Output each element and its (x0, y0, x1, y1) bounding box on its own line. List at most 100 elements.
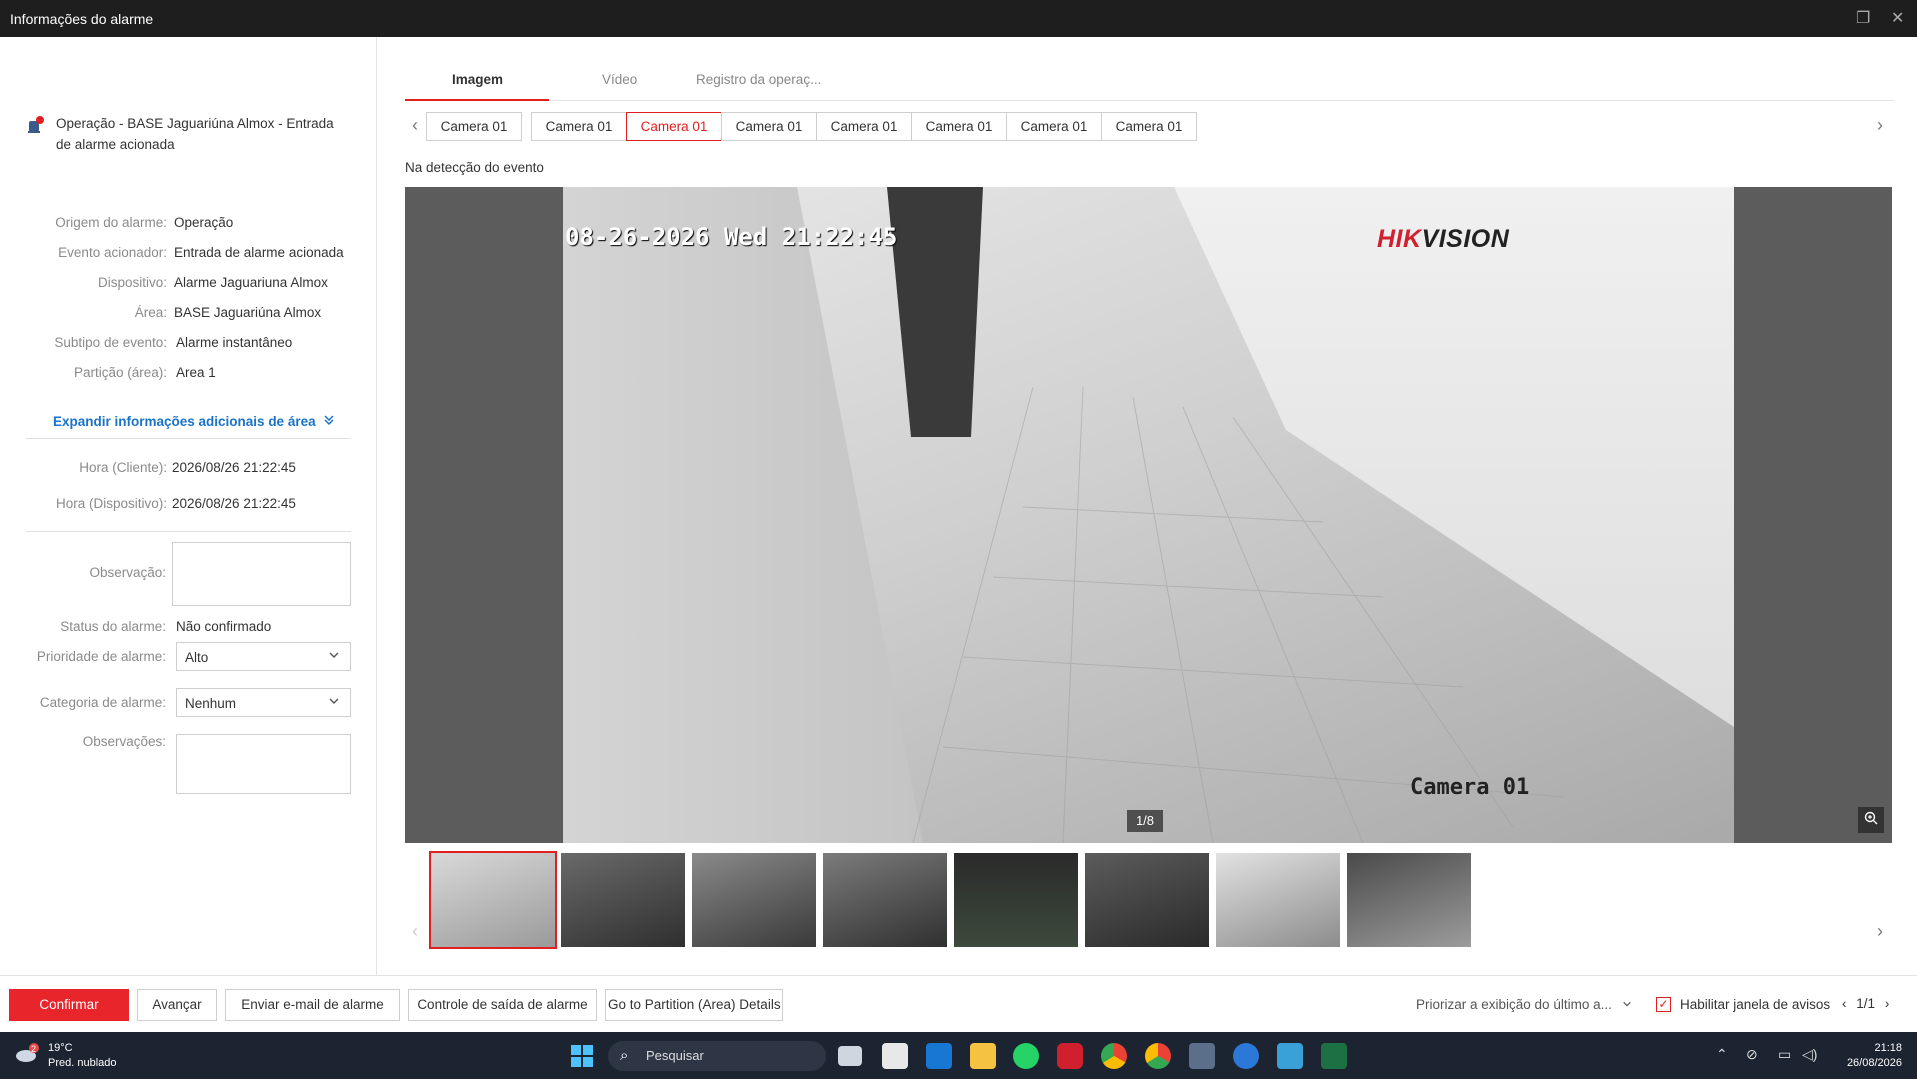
pager-next-icon[interactable]: › (1885, 996, 1890, 1011)
info-label: Subtipo de evento: (54, 335, 167, 350)
send-email-button[interactable]: Enviar e-mail de alarme (225, 989, 400, 1021)
display-icon[interactable]: ▭ (1778, 1046, 1791, 1063)
thumbnail-7[interactable] (1216, 853, 1340, 947)
clock-time: 21:18 (1874, 1042, 1902, 1054)
prioritize-label: Priorizar a exibição do último a... (1416, 997, 1612, 1012)
info-row-device: Dispositivo: Alarme Jaguariuna Almox (0, 275, 377, 295)
search-icon: ⌕ (620, 1047, 629, 1064)
notes-field[interactable] (176, 734, 351, 794)
close-icon[interactable]: ✕ (1891, 8, 1904, 28)
info-row-client-time: Hora (Cliente): 2026/08/26 21:22:45 (0, 460, 377, 480)
taskbar: 2 19°C Pred. nublado ⌕ Pesquisar ⌃ ⊘ ▭ ◁… (0, 1032, 1917, 1079)
info-value: Area 1 (176, 365, 216, 380)
task-view-icon[interactable] (838, 1046, 862, 1066)
pager: ‹ 1/1 › (1842, 996, 1889, 1011)
enable-popup-label: Habilitar janela de avisos (1680, 997, 1831, 1012)
windows-start-icon[interactable] (570, 1044, 596, 1070)
file-explorer-icon[interactable] (970, 1043, 996, 1069)
category-select[interactable]: Nenhum (176, 688, 351, 717)
info-label: Hora (Cliente): (79, 460, 167, 475)
weather-desc: Pred. nublado (48, 1057, 117, 1069)
outlook-icon[interactable] (926, 1043, 952, 1069)
enable-popup-checkbox[interactable]: ✓ (1656, 997, 1671, 1012)
tab-operation-log[interactable]: Registro da operaç... (696, 72, 821, 87)
weather-badge: 2 (31, 1044, 37, 1054)
info-value: BASE Jaguariúna Almox (174, 305, 322, 320)
camera-next-arrow[interactable]: › (1877, 115, 1883, 136)
info-row-area: Área: BASE Jaguariúna Almox (0, 305, 377, 325)
divider (26, 531, 351, 532)
thumbnail-2[interactable] (561, 853, 685, 947)
confirm-button[interactable]: Confirmar (9, 989, 129, 1021)
camera-button[interactable]: Camera 01 (426, 112, 522, 141)
alarm-output-control-button[interactable]: Controle de saída de alarme (408, 989, 597, 1021)
window-title: Informações do alarme (10, 11, 154, 27)
zoom-icon[interactable] (1858, 807, 1884, 833)
info-label: Dispositivo: (97, 275, 167, 290)
settings-app-icon[interactable] (1233, 1043, 1259, 1069)
priority-select[interactable]: Alto (176, 642, 351, 671)
expand-area-info-link[interactable]: Expandir informações adicionais de área (53, 414, 335, 429)
pager-prev-icon[interactable]: ‹ (1842, 996, 1847, 1011)
media-panel: Imagem Vídeo Registro da operaç... ‹ Cam… (378, 37, 1917, 975)
hikcentral-icon[interactable] (1057, 1043, 1083, 1069)
info-label: Hora (Dispositivo): (55, 496, 167, 511)
snapshot-viewer[interactable]: 08-26-2026 Wed 21:22:45 HIKVISION Camera… (405, 187, 1892, 843)
info-value: Operação (174, 215, 234, 230)
camera-prev-arrow[interactable]: ‹ (412, 115, 418, 136)
chrome-profile-icon[interactable] (1145, 1043, 1171, 1069)
category-label: Categoria de alarme: (39, 695, 166, 710)
thumb-next-arrow[interactable]: › (1877, 921, 1883, 942)
network-off-icon[interactable]: ⊘ (1746, 1046, 1758, 1063)
calculator-icon[interactable] (1189, 1043, 1215, 1069)
tray-expand-icon[interactable]: ⌃ (1716, 1046, 1728, 1063)
camera-button-active[interactable]: Camera 01 (626, 112, 722, 141)
info-row-partition: Partição (área): Area 1 (0, 365, 377, 385)
alarm-status-label: Status do alarme: (60, 619, 166, 634)
osd-timestamp: 08-26-2026 Wed 21:22:45 (565, 223, 898, 251)
advance-button[interactable]: Avançar (137, 989, 217, 1021)
thumbnail-8[interactable] (1347, 853, 1471, 947)
camera-button[interactable]: Camera 01 (531, 112, 627, 141)
priority-label: Prioridade de alarme: (36, 649, 166, 664)
thumbnail-4[interactable] (823, 853, 947, 947)
info-row-event-subtype: Subtipo de evento: Alarme instantâneo (0, 335, 377, 355)
category-value: Nenhum (185, 696, 237, 711)
chrome-icon[interactable] (1101, 1043, 1127, 1069)
camera-button[interactable]: Camera 01 (816, 112, 912, 141)
volume-icon[interactable]: ◁) (1802, 1046, 1817, 1063)
info-value: Entrada de alarme acionada (174, 245, 344, 260)
observation-field[interactable] (172, 542, 351, 606)
active-tab-indicator (405, 99, 549, 101)
alarm-bell-icon (26, 115, 46, 135)
camera-button[interactable]: Camera 01 (1006, 112, 1102, 141)
tab-image[interactable]: Imagem (452, 72, 503, 87)
chevron-down-icon (328, 695, 340, 710)
taskbar-search[interactable]: ⌕ Pesquisar (608, 1041, 826, 1071)
brand-watermark: HIKVISION (1377, 225, 1509, 254)
thumbnail-3[interactable] (692, 853, 816, 947)
whatsapp-icon[interactable] (1013, 1043, 1039, 1069)
pager-value: 1/1 (1856, 996, 1876, 1011)
alarm-status-row: Status do alarme: Não confirmado (0, 619, 377, 639)
thumb-prev-arrow[interactable]: ‹ (412, 921, 418, 942)
camera-button[interactable]: Camera 01 (721, 112, 817, 141)
tab-video[interactable]: Vídeo (602, 72, 637, 87)
thumbnail-5[interactable] (954, 853, 1078, 947)
weather-temp: 19°C (48, 1042, 73, 1054)
taskbar-clock[interactable]: 21:18 26/08/2026 (1834, 1041, 1902, 1071)
thumbnail-1[interactable] (429, 851, 557, 949)
notepad-icon[interactable] (1277, 1043, 1303, 1069)
restore-icon[interactable]: ❐ (1856, 8, 1870, 28)
camera-snapshot (563, 187, 1734, 843)
info-label: Origem do alarme: (55, 215, 167, 230)
info-value: Alarme instantâneo (176, 335, 293, 350)
prioritize-dropdown[interactable]: Priorizar a exibição do último a... (1416, 997, 1632, 1012)
thumbnail-6[interactable] (1085, 853, 1209, 947)
camera-button[interactable]: Camera 01 (1101, 112, 1197, 141)
camera-button[interactable]: Camera 01 (911, 112, 1007, 141)
snipping-tool-icon[interactable] (882, 1043, 908, 1069)
expand-area-info-label: Expandir informações adicionais de área (53, 414, 316, 429)
excel-icon[interactable] (1321, 1043, 1347, 1069)
partition-details-button[interactable]: Go to Partition (Area) Details (605, 989, 783, 1021)
